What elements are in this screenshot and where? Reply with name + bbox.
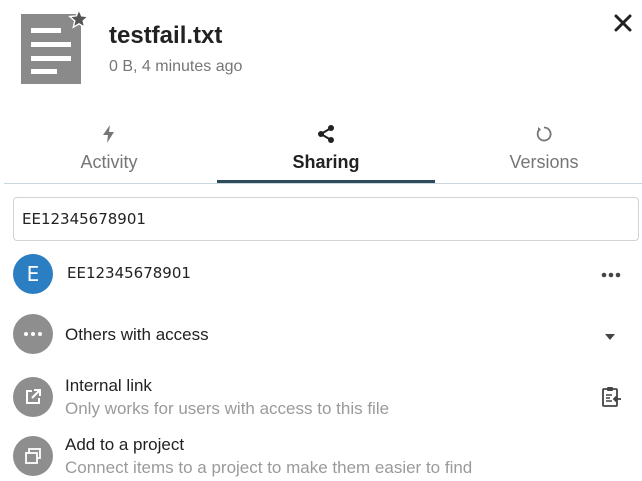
activity-icon [99, 124, 119, 144]
share-menu-button[interactable] [600, 265, 622, 285]
caret-down-icon[interactable] [604, 329, 616, 340]
share-entry: E EE12345678901 [0, 251, 642, 299]
close-icon [614, 14, 632, 32]
history-icon [534, 124, 554, 144]
share-search-input[interactable] [13, 197, 639, 241]
internal-link-title: Internal link [65, 376, 152, 395]
tab-bar: Activity Sharing Versions [0, 118, 642, 184]
file-name: testfail.txt [109, 22, 223, 49]
tab-label: Versions [509, 152, 579, 172]
tab-sharing[interactable]: Sharing [217, 118, 435, 184]
others-with-access-label: Others with access [65, 325, 209, 344]
external-link-icon [13, 377, 53, 417]
add-to-project-title: Add to a project [65, 435, 185, 454]
tab-activity[interactable]: Activity [0, 118, 218, 184]
tabs-divider [4, 183, 642, 184]
clipboard-icon [602, 387, 621, 407]
share-icon [316, 124, 336, 144]
more-icon [13, 314, 53, 354]
star-icon[interactable] [68, 8, 90, 30]
add-to-project-entry[interactable]: Add to a project Connect items to a proj… [0, 431, 642, 481]
project-icon [13, 436, 53, 476]
file-meta: 0 B, 4 minutes ago [109, 58, 243, 75]
avatar[interactable]: E [13, 254, 53, 294]
active-tab-indicator [217, 180, 435, 183]
tab-label: Activity [80, 152, 138, 172]
copy-internal-link-button[interactable] [600, 386, 622, 408]
close-button[interactable] [612, 12, 634, 34]
more-icon [601, 272, 621, 278]
tab-versions[interactable]: Versions [435, 118, 642, 184]
internal-link-subtitle: Only works for users with access to this… [65, 399, 390, 418]
add-to-project-subtitle: Connect items to a project to make them … [65, 458, 473, 477]
tab-label: Sharing [292, 152, 360, 172]
share-recipient-name: EE12345678901 [67, 264, 191, 282]
others-with-access-toggle[interactable]: Others with access [0, 311, 642, 359]
internal-link-entry: Internal link Only works for users with … [0, 372, 642, 422]
